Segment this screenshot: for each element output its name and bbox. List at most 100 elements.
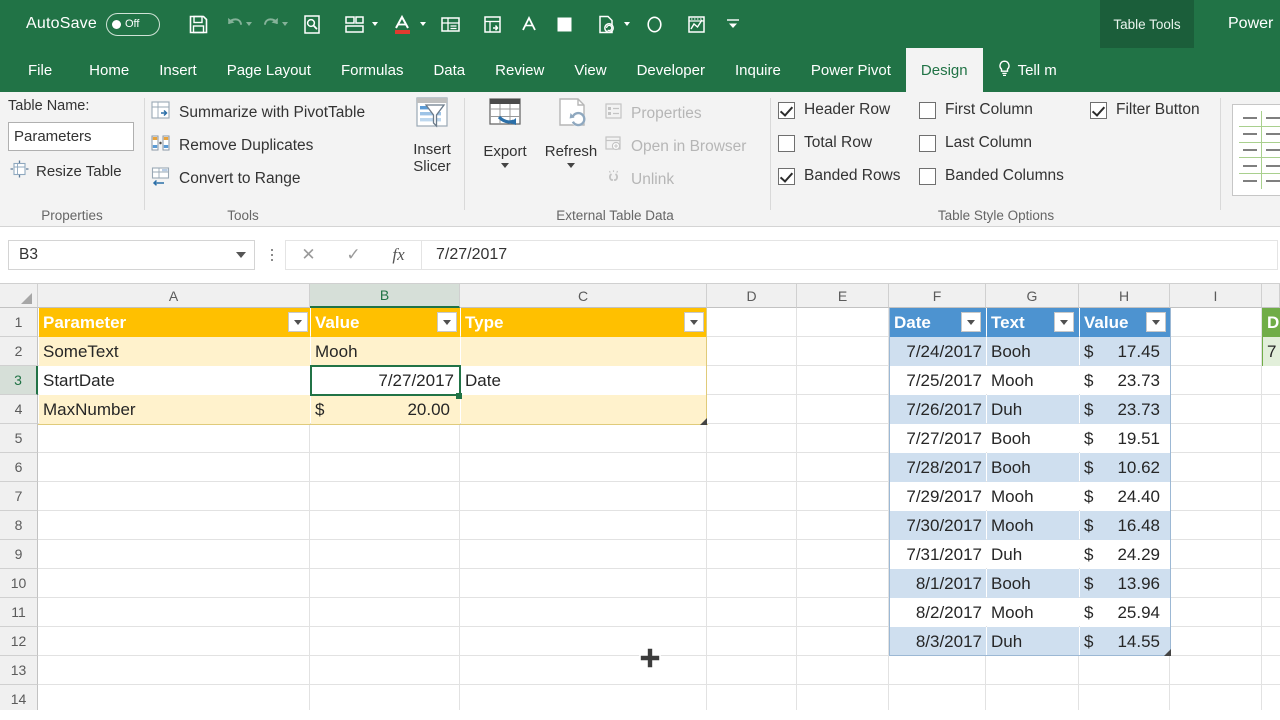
convert-to-range-button[interactable]: Convert to Range <box>150 166 301 191</box>
params-table-resize-handle[interactable] <box>700 418 707 425</box>
params-cell-a2[interactable]: SomeText <box>39 337 310 366</box>
insert-slicer-button[interactable]: Insert Slicer <box>399 96 465 175</box>
tell-me-box[interactable]: Tell m <box>983 48 1057 92</box>
custom-layout-icon[interactable] <box>334 2 376 46</box>
export-button[interactable]: Export <box>472 96 538 168</box>
data-cell-value[interactable]: $23.73 <box>1080 395 1170 424</box>
params-cell-b4[interactable]: $ 20.00 <box>311 395 460 424</box>
column-header-d[interactable]: D <box>707 284 797 308</box>
refresh-dropdown-icon[interactable] <box>567 163 575 168</box>
custom-layout-dropdown-icon[interactable] <box>371 22 378 26</box>
data-cell-date[interactable]: 7/28/2017 <box>890 453 986 482</box>
row-header-10[interactable]: 10 <box>0 569 38 598</box>
undo-dropdown-icon[interactable] <box>245 22 252 26</box>
fill-color-icon[interactable] <box>544 2 586 46</box>
data-cell-text[interactable]: Mooh <box>987 366 1079 395</box>
column-header-a[interactable]: A <box>38 284 310 308</box>
row-header-2[interactable]: 2 <box>0 337 38 366</box>
filter-button-date[interactable] <box>961 312 981 332</box>
params-cell-c2[interactable] <box>461 337 707 366</box>
name-box[interactable]: B3 <box>8 240 255 270</box>
font-icon[interactable] <box>514 2 544 46</box>
chart-icon[interactable] <box>676 2 718 46</box>
params-cell-c3[interactable]: Date <box>461 366 707 395</box>
checkbox-banded-columns[interactable]: Banded Columns <box>919 167 1064 185</box>
name-box-dropdown-icon[interactable] <box>236 252 246 258</box>
filter-button-data-value[interactable] <box>1146 312 1166 332</box>
column-header-g[interactable]: G <box>986 284 1079 308</box>
data-cell-text[interactable]: Mooh <box>987 511 1079 540</box>
tab-inquire[interactable]: Inquire <box>720 48 796 92</box>
row-header-13[interactable]: 13 <box>0 656 38 685</box>
data-cell-date[interactable]: 8/2/2017 <box>890 598 986 627</box>
row-header-7[interactable]: 7 <box>0 482 38 511</box>
refresh-dropdown-icon[interactable] <box>623 22 630 26</box>
data-cell-date[interactable]: 7/31/2017 <box>890 540 986 569</box>
checkbox-last-column[interactable]: Last Column <box>919 134 1032 152</box>
tab-formulas[interactable]: Formulas <box>326 48 419 92</box>
column-header-j[interactable] <box>1262 284 1280 308</box>
column-header-f[interactable]: F <box>889 284 986 308</box>
redo-dropdown-icon[interactable] <box>281 22 288 26</box>
column-header-b[interactable]: B <box>310 284 460 308</box>
tab-review[interactable]: Review <box>480 48 559 92</box>
data-cell-date[interactable]: 7/24/2017 <box>890 337 986 366</box>
data-cell-text[interactable]: Mooh <box>987 482 1079 511</box>
data-cell-date[interactable]: 7/26/2017 <box>890 395 986 424</box>
checkbox-header-row[interactable]: Header Row <box>778 101 890 119</box>
data-cell-date[interactable]: 7/30/2017 <box>890 511 986 540</box>
checkbox-banded-rows[interactable]: Banded Rows <box>778 167 901 185</box>
tab-data[interactable]: Data <box>418 48 480 92</box>
params-cell-a4[interactable]: MaxNumber <box>39 395 310 424</box>
data-cell-text[interactable]: Booh <box>987 569 1079 598</box>
refresh-button[interactable]: Refresh <box>538 96 604 168</box>
customize-qat-icon[interactable] <box>718 2 748 46</box>
data-cell-value[interactable]: $23.73 <box>1080 366 1170 395</box>
data-cell-text[interactable]: Booh <box>987 424 1079 453</box>
table-name-input[interactable] <box>8 122 134 151</box>
insert-function-icon[interactable]: fx <box>376 241 421 269</box>
row-header-12[interactable]: 12 <box>0 627 38 656</box>
data-cell-text[interactable]: Duh <box>987 540 1079 569</box>
filter-button-text[interactable] <box>1054 312 1074 332</box>
tab-developer[interactable]: Developer <box>622 48 720 92</box>
data-cell-value[interactable]: $14.55 <box>1080 627 1170 656</box>
filter-button-type[interactable] <box>684 312 704 332</box>
confirm-icon[interactable]: ✓ <box>331 241 376 269</box>
fill-handle[interactable] <box>456 393 462 399</box>
tab-view[interactable]: View <box>559 48 621 92</box>
row-header-3[interactable]: 3 <box>0 366 38 395</box>
data-cell-value[interactable]: $16.48 <box>1080 511 1170 540</box>
data-cell-text[interactable]: Duh <box>987 627 1079 656</box>
font-color-dropdown-icon[interactable] <box>419 22 426 26</box>
tab-home[interactable]: Home <box>74 48 144 92</box>
params-cell-a3[interactable]: StartDate <box>39 366 310 395</box>
row-header-6[interactable]: 6 <box>0 453 38 482</box>
table-styles-gallery[interactable] <box>1232 104 1280 196</box>
tab-design[interactable]: Design <box>905 48 983 92</box>
data-cell-value[interactable]: $19.51 <box>1080 424 1170 453</box>
data-cell-value[interactable]: $24.40 <box>1080 482 1170 511</box>
data-cell-text[interactable]: Booh <box>987 453 1079 482</box>
refresh-doc-icon[interactable] <box>586 2 628 46</box>
data-cell-value[interactable]: $10.62 <box>1080 453 1170 482</box>
checkbox-total-row[interactable]: Total Row <box>778 134 872 152</box>
params-cell-b2[interactable]: Mooh <box>311 337 460 366</box>
cancel-icon[interactable]: ✕ <box>286 241 331 269</box>
table-export-icon[interactable] <box>472 2 514 46</box>
summarize-with-pivottable-button[interactable]: Summarize with PivotTable <box>150 100 365 125</box>
row-header-11[interactable]: 11 <box>0 598 38 627</box>
row-header-1[interactable]: 1 <box>0 308 38 337</box>
data-cell-date[interactable]: 8/1/2017 <box>890 569 986 598</box>
font-color-icon[interactable] <box>382 2 424 46</box>
save-icon[interactable] <box>178 2 220 46</box>
row-header-8[interactable]: 8 <box>0 511 38 540</box>
column-header-h[interactable]: H <box>1079 284 1170 308</box>
export-dropdown-icon[interactable] <box>501 163 509 168</box>
data-cell-date[interactable]: 7/25/2017 <box>890 366 986 395</box>
row-header-4[interactable]: 4 <box>0 395 38 424</box>
select-all-corner[interactable] <box>0 284 38 308</box>
formula-bar-grip[interactable] <box>266 249 278 261</box>
checkbox-filter-button[interactable]: Filter Button <box>1090 101 1200 119</box>
column-header-c[interactable]: C <box>460 284 707 308</box>
